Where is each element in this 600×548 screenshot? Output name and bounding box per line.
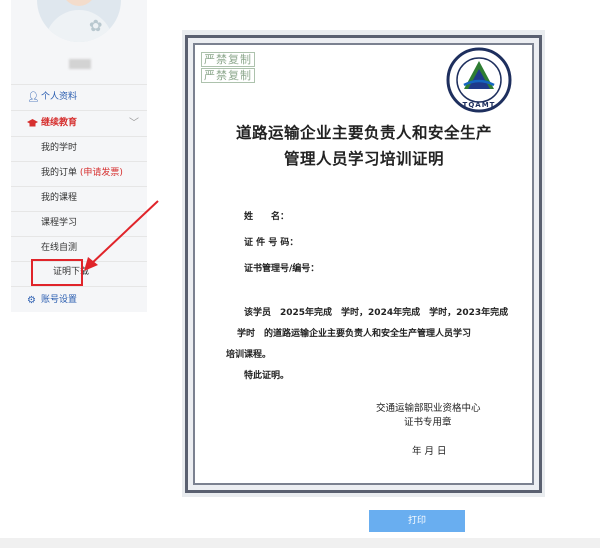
annotation-arrow: [84, 200, 159, 271]
bottom-bar: [0, 538, 600, 548]
certificate-body-line3: 培训课程。: [226, 350, 272, 360]
certificate-title-line1: 道路运输企业主要负责人和安全生产: [235, 123, 492, 142]
sidebar-item-label: 账号设置: [41, 295, 78, 305]
chevron-down-icon: ﹀: [129, 118, 139, 129]
sidebar-subitem-my-hours[interactable]: 我的学时: [11, 136, 147, 161]
sidebar-item-profile[interactable]: 👤︎ 个人资料: [11, 85, 147, 110]
invoice-link[interactable]: (申请发票): [80, 168, 123, 178]
flower-icon: ✿: [89, 16, 103, 35]
certificate-seal-label: 证书专用章: [404, 417, 452, 428]
watermark-stamp: 严禁复制: [201, 52, 255, 67]
username-blurred: [69, 59, 91, 69]
field-certificate-number-label: 证书管理号/编号：: [244, 264, 320, 274]
certificate-body-line2: 学时 的道路运输企业主要负责人和安全生产管理人员学习: [237, 329, 472, 339]
field-name-label: 姓 名：: [244, 212, 290, 222]
certificate-date: 年 月 日: [412, 446, 447, 457]
sidebar-subitem-my-orders[interactable]: 我的订单 (申请发票): [11, 161, 147, 186]
avatar[interactable]: ✿: [37, 0, 121, 42]
certificate-issuer: 交通运输部职业资格中心: [376, 403, 481, 414]
divider: [11, 286, 147, 287]
watermark-stamp: 严禁复制: [201, 68, 255, 83]
certificate-body-line1: 该学员 2025年完成 学时，2024年完成 学时，2023年完成: [244, 308, 509, 318]
user-icon: 👤︎: [27, 92, 40, 103]
print-button[interactable]: 打印: [369, 510, 465, 532]
field-id-number-label: 证 件 号 码：: [244, 238, 299, 248]
gear-icon: ⚙: [27, 295, 36, 306]
sidebar-item-account-settings[interactable]: ⚙ 账号设置: [11, 288, 147, 313]
logo-seal: TQAMT: [446, 47, 512, 113]
sidebar-item-continuing-education[interactable]: 继续教育 ﹀: [11, 111, 147, 136]
graduation-cap-icon: [27, 111, 38, 138]
sidebar-item-label: 继续教育: [41, 118, 78, 128]
sidebar-item-label: 个人资料: [41, 92, 78, 102]
certificate-body-line4: 特此证明。: [244, 371, 290, 381]
svg-text:TQAMT: TQAMT: [463, 101, 496, 109]
certificate-title-line2: 管理人员学习培训证明: [283, 149, 444, 168]
